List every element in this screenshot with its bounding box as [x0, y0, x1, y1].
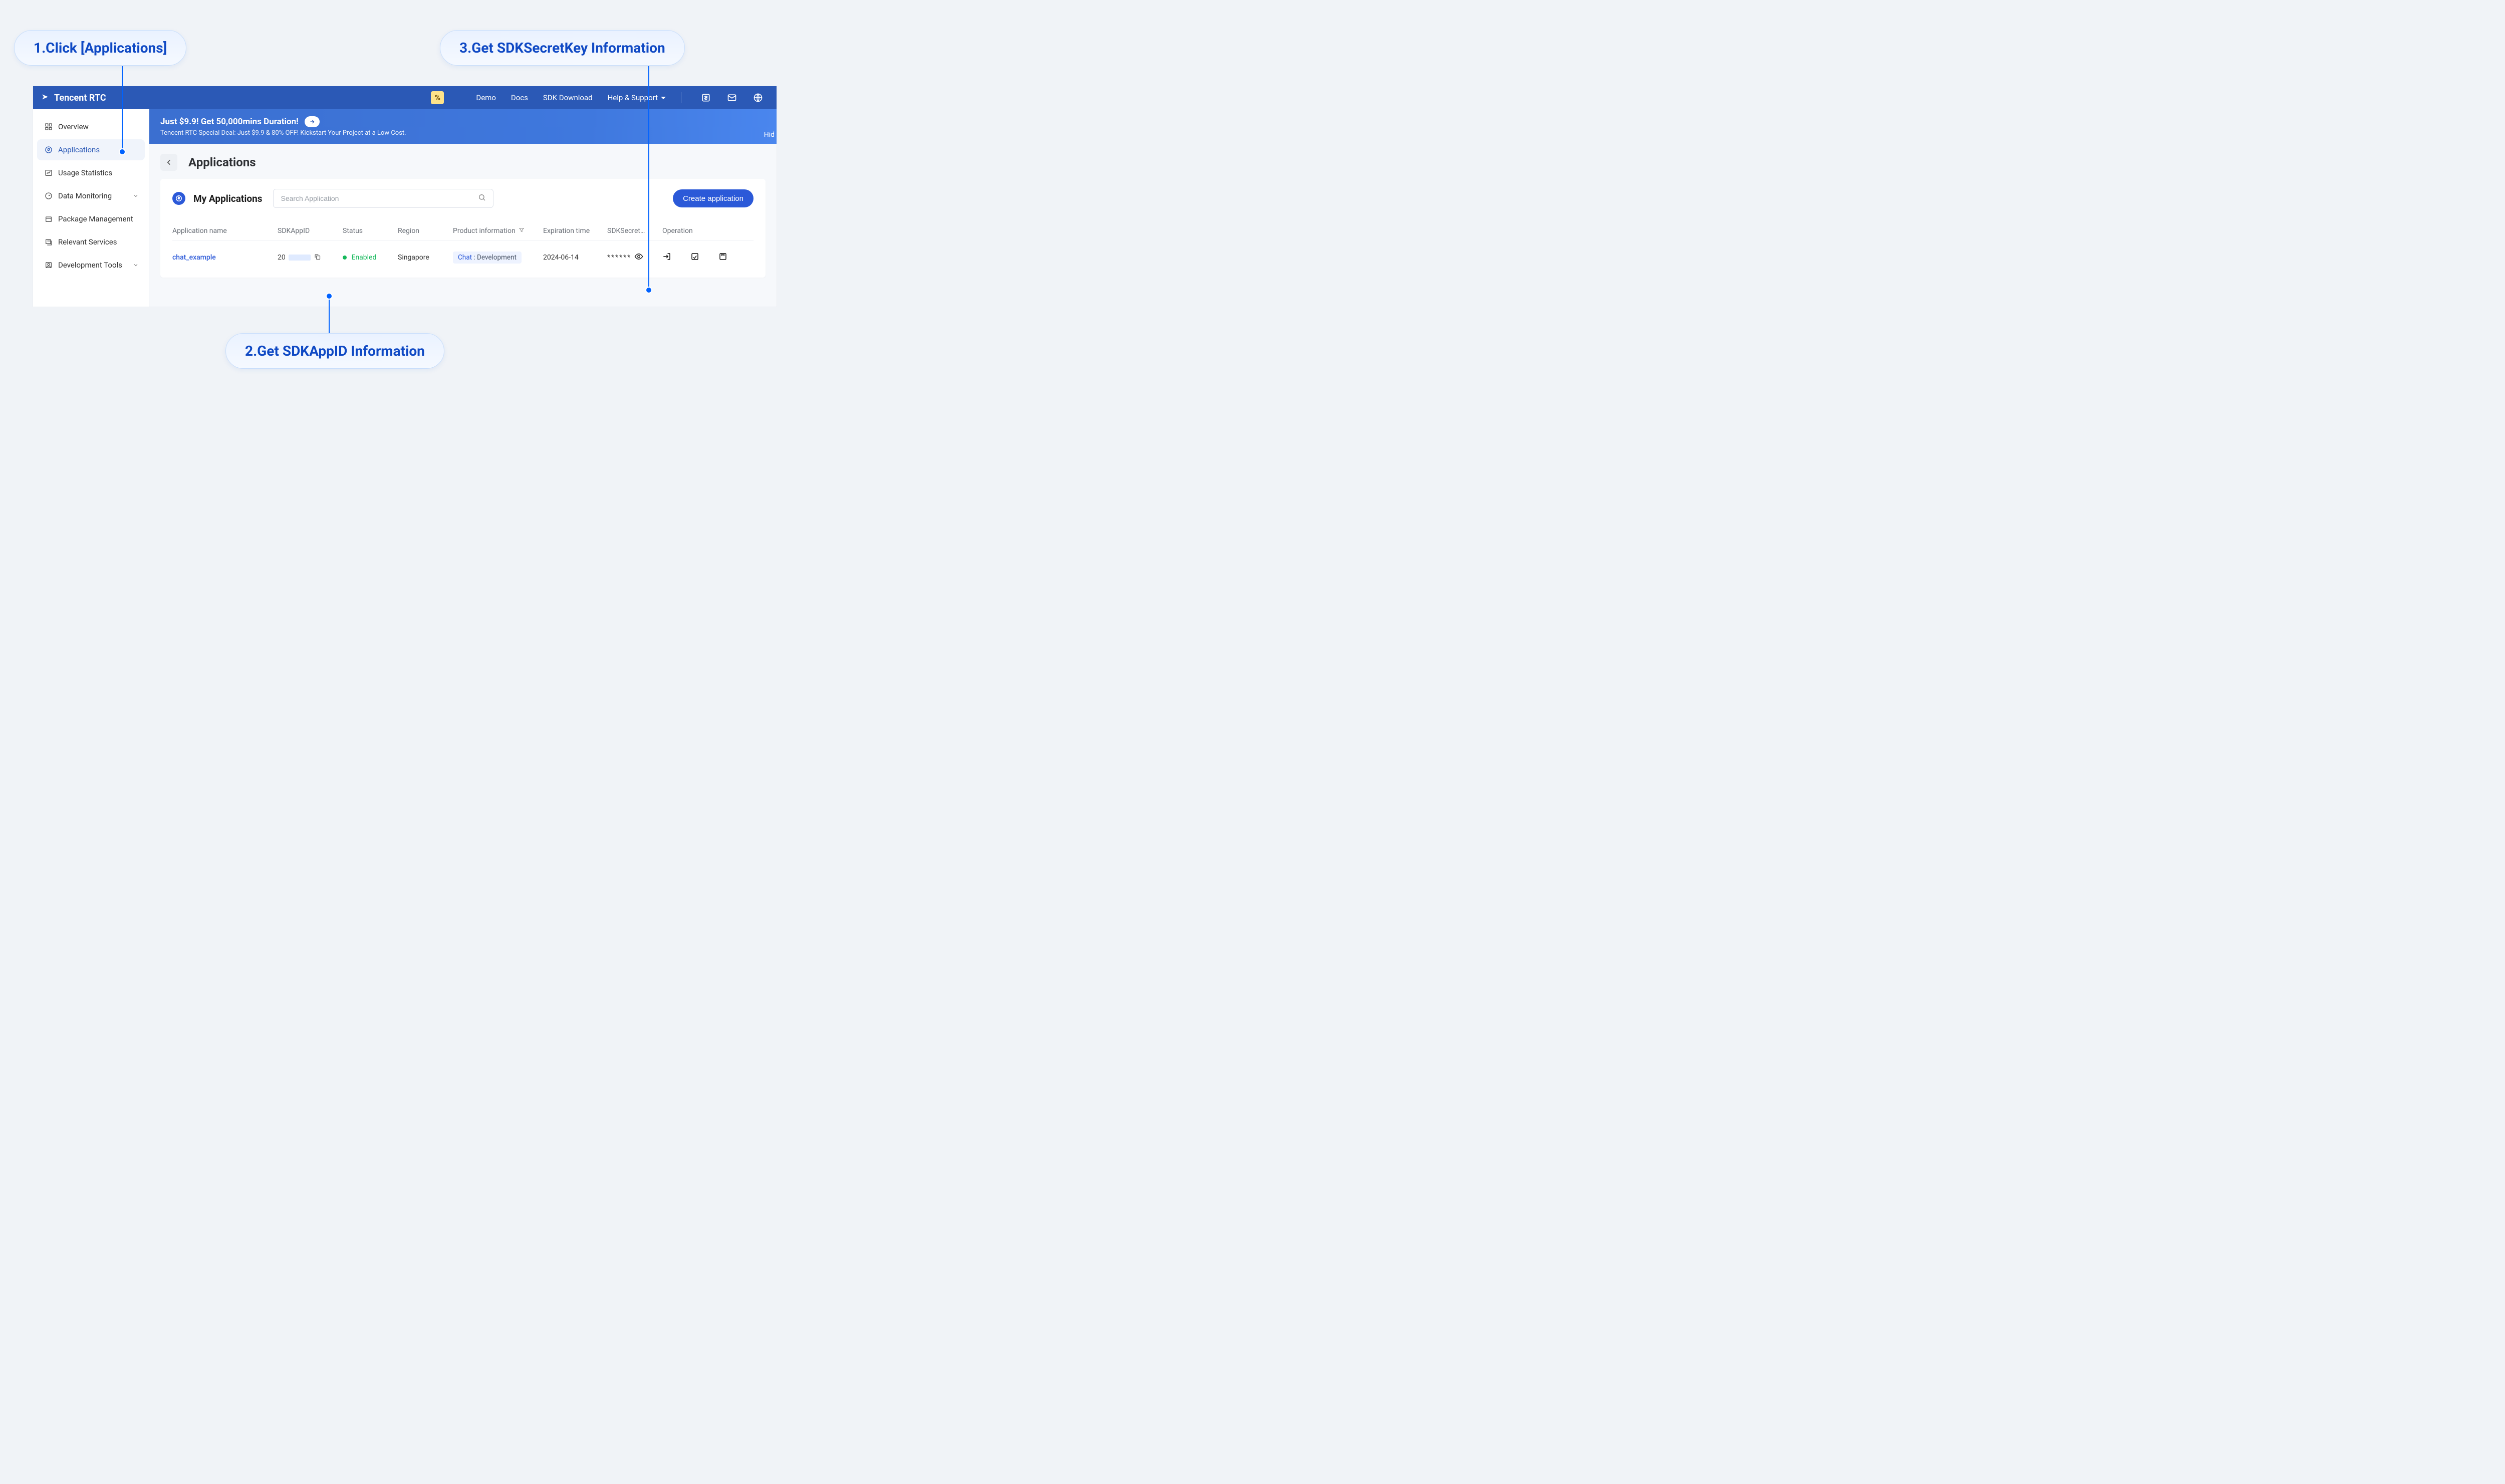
- package-icon: [44, 214, 53, 223]
- sidebar-item-label: Data Monitoring: [58, 191, 112, 200]
- cell-sdksecret: ******: [607, 252, 662, 263]
- cell-status: Enabled: [343, 254, 398, 262]
- eye-icon[interactable]: [634, 252, 643, 263]
- page-header: Applications: [149, 144, 777, 177]
- topbar: Tencent RTC % Demo Docs SDK Download Hel…: [33, 86, 777, 109]
- compass-icon: [44, 145, 53, 154]
- applications-card: My Applications Create application Appli…: [160, 179, 766, 278]
- banner-hide-button[interactable]: Hid: [764, 131, 775, 139]
- topbar-link-demo[interactable]: Demo: [471, 93, 501, 102]
- sidebar: Overview Applications Usage Statistics D…: [33, 109, 149, 307]
- sidebar-item-relevant-services[interactable]: Relevant Services: [37, 231, 145, 253]
- brand: Tencent RTC: [40, 93, 106, 103]
- status-text: Enabled: [351, 254, 376, 262]
- sidebar-item-label: Usage Statistics: [58, 168, 112, 177]
- create-application-button[interactable]: Create application: [673, 189, 754, 207]
- table-header: Application name SDKAppID Status Region …: [172, 222, 754, 240]
- sidebar-item-label: Development Tools: [58, 261, 122, 270]
- chart-icon: [44, 168, 53, 177]
- banner-subtitle: Tencent RTC Special Deal: Just $9.9 & 80…: [160, 129, 764, 137]
- person-icon: [44, 261, 53, 270]
- cell-expiration: 2024-06-14: [543, 254, 607, 262]
- sidebar-item-data-monitoring[interactable]: Data Monitoring: [37, 185, 145, 206]
- back-button[interactable]: [160, 154, 177, 171]
- sidebar-item-label: Overview: [58, 122, 89, 131]
- manage-app-icon[interactable]: [690, 252, 699, 263]
- gauge-icon: [44, 191, 53, 200]
- callout-step-1: 1.Click [Applications]: [14, 30, 186, 66]
- status-indicator-icon: [343, 256, 347, 260]
- th-operation: Operation: [662, 227, 727, 235]
- banner-title: Just $9.9! Get 50,000mins Duration!: [160, 117, 299, 127]
- th-status: Status: [343, 227, 398, 235]
- cell-operations: [662, 252, 727, 263]
- search-application[interactable]: [273, 189, 493, 208]
- th-expiration: Expiration time: [543, 227, 607, 235]
- sidebar-item-overview[interactable]: Overview: [37, 116, 145, 137]
- banner-cta-button[interactable]: [305, 116, 320, 127]
- sdkappid-masked: [289, 255, 311, 261]
- callout-step-2: 2.Get SDKAppID Information: [225, 333, 444, 369]
- applications-table: Application name SDKAppID Status Region …: [172, 222, 754, 275]
- sidebar-item-package-management[interactable]: Package Management: [37, 208, 145, 229]
- sidebar-item-usage-statistics[interactable]: Usage Statistics: [37, 162, 145, 183]
- sidebar-item-label: Relevant Services: [58, 237, 117, 246]
- app-window: Tencent RTC % Demo Docs SDK Download Hel…: [33, 86, 777, 307]
- cell-application-name[interactable]: chat_example: [172, 254, 278, 262]
- chevron-down-icon: [133, 262, 139, 268]
- callout-step-3: 3.Get SDKSecretKey Information: [440, 30, 685, 66]
- copy-icon[interactable]: [314, 253, 321, 263]
- enter-app-icon[interactable]: [662, 252, 671, 263]
- sdkappid-prefix: 20: [278, 254, 286, 262]
- search-icon: [478, 193, 486, 203]
- promo-banner: Just $9.9! Get 50,000mins Duration! Tenc…: [149, 109, 777, 144]
- compass-badge-icon: [172, 192, 185, 205]
- filter-icon: [519, 227, 525, 235]
- topbar-link-help[interactable]: Help & Support: [603, 93, 671, 102]
- secret-mask: ******: [607, 254, 631, 262]
- section-title: My Applications: [193, 193, 262, 204]
- sidebar-item-label: Applications: [58, 145, 100, 154]
- th-product-information[interactable]: Product information: [453, 227, 543, 235]
- chevron-down-icon: [133, 193, 139, 199]
- page-title: Applications: [188, 155, 256, 169]
- tag-app-icon[interactable]: [718, 252, 727, 263]
- brand-text: Tencent RTC: [54, 93, 106, 103]
- cell-product: Chat : Development: [453, 252, 543, 264]
- search-input[interactable]: [281, 194, 473, 202]
- product-chip[interactable]: Chat : Development: [453, 252, 522, 264]
- topbar-link-sdk-download[interactable]: SDK Download: [538, 93, 598, 102]
- topbar-link-docs[interactable]: Docs: [506, 93, 533, 102]
- sidebar-item-development-tools[interactable]: Development Tools: [37, 255, 145, 276]
- mail-icon[interactable]: [726, 92, 737, 103]
- brand-logo-icon: [40, 93, 50, 103]
- th-region: Region: [398, 227, 453, 235]
- sidebar-item-applications[interactable]: Applications: [37, 139, 145, 160]
- globe-icon[interactable]: [753, 92, 764, 103]
- sidebar-item-label: Package Management: [58, 214, 133, 223]
- th-application-name: Application name: [172, 227, 278, 235]
- layers-icon: [44, 237, 53, 246]
- main-content: Just $9.9! Get 50,000mins Duration! Tenc…: [149, 109, 777, 307]
- th-sdkappid: SDKAppID: [278, 227, 343, 235]
- grid-icon: [44, 122, 53, 131]
- billing-icon[interactable]: [700, 92, 711, 103]
- th-sdksecret: SDKSecret…: [607, 227, 662, 235]
- cell-region: Singapore: [398, 254, 453, 262]
- promo-badge-icon[interactable]: %: [431, 91, 444, 104]
- cell-sdkappid: 20: [278, 253, 343, 263]
- table-row: chat_example 20 Enabled Singapo: [172, 240, 754, 275]
